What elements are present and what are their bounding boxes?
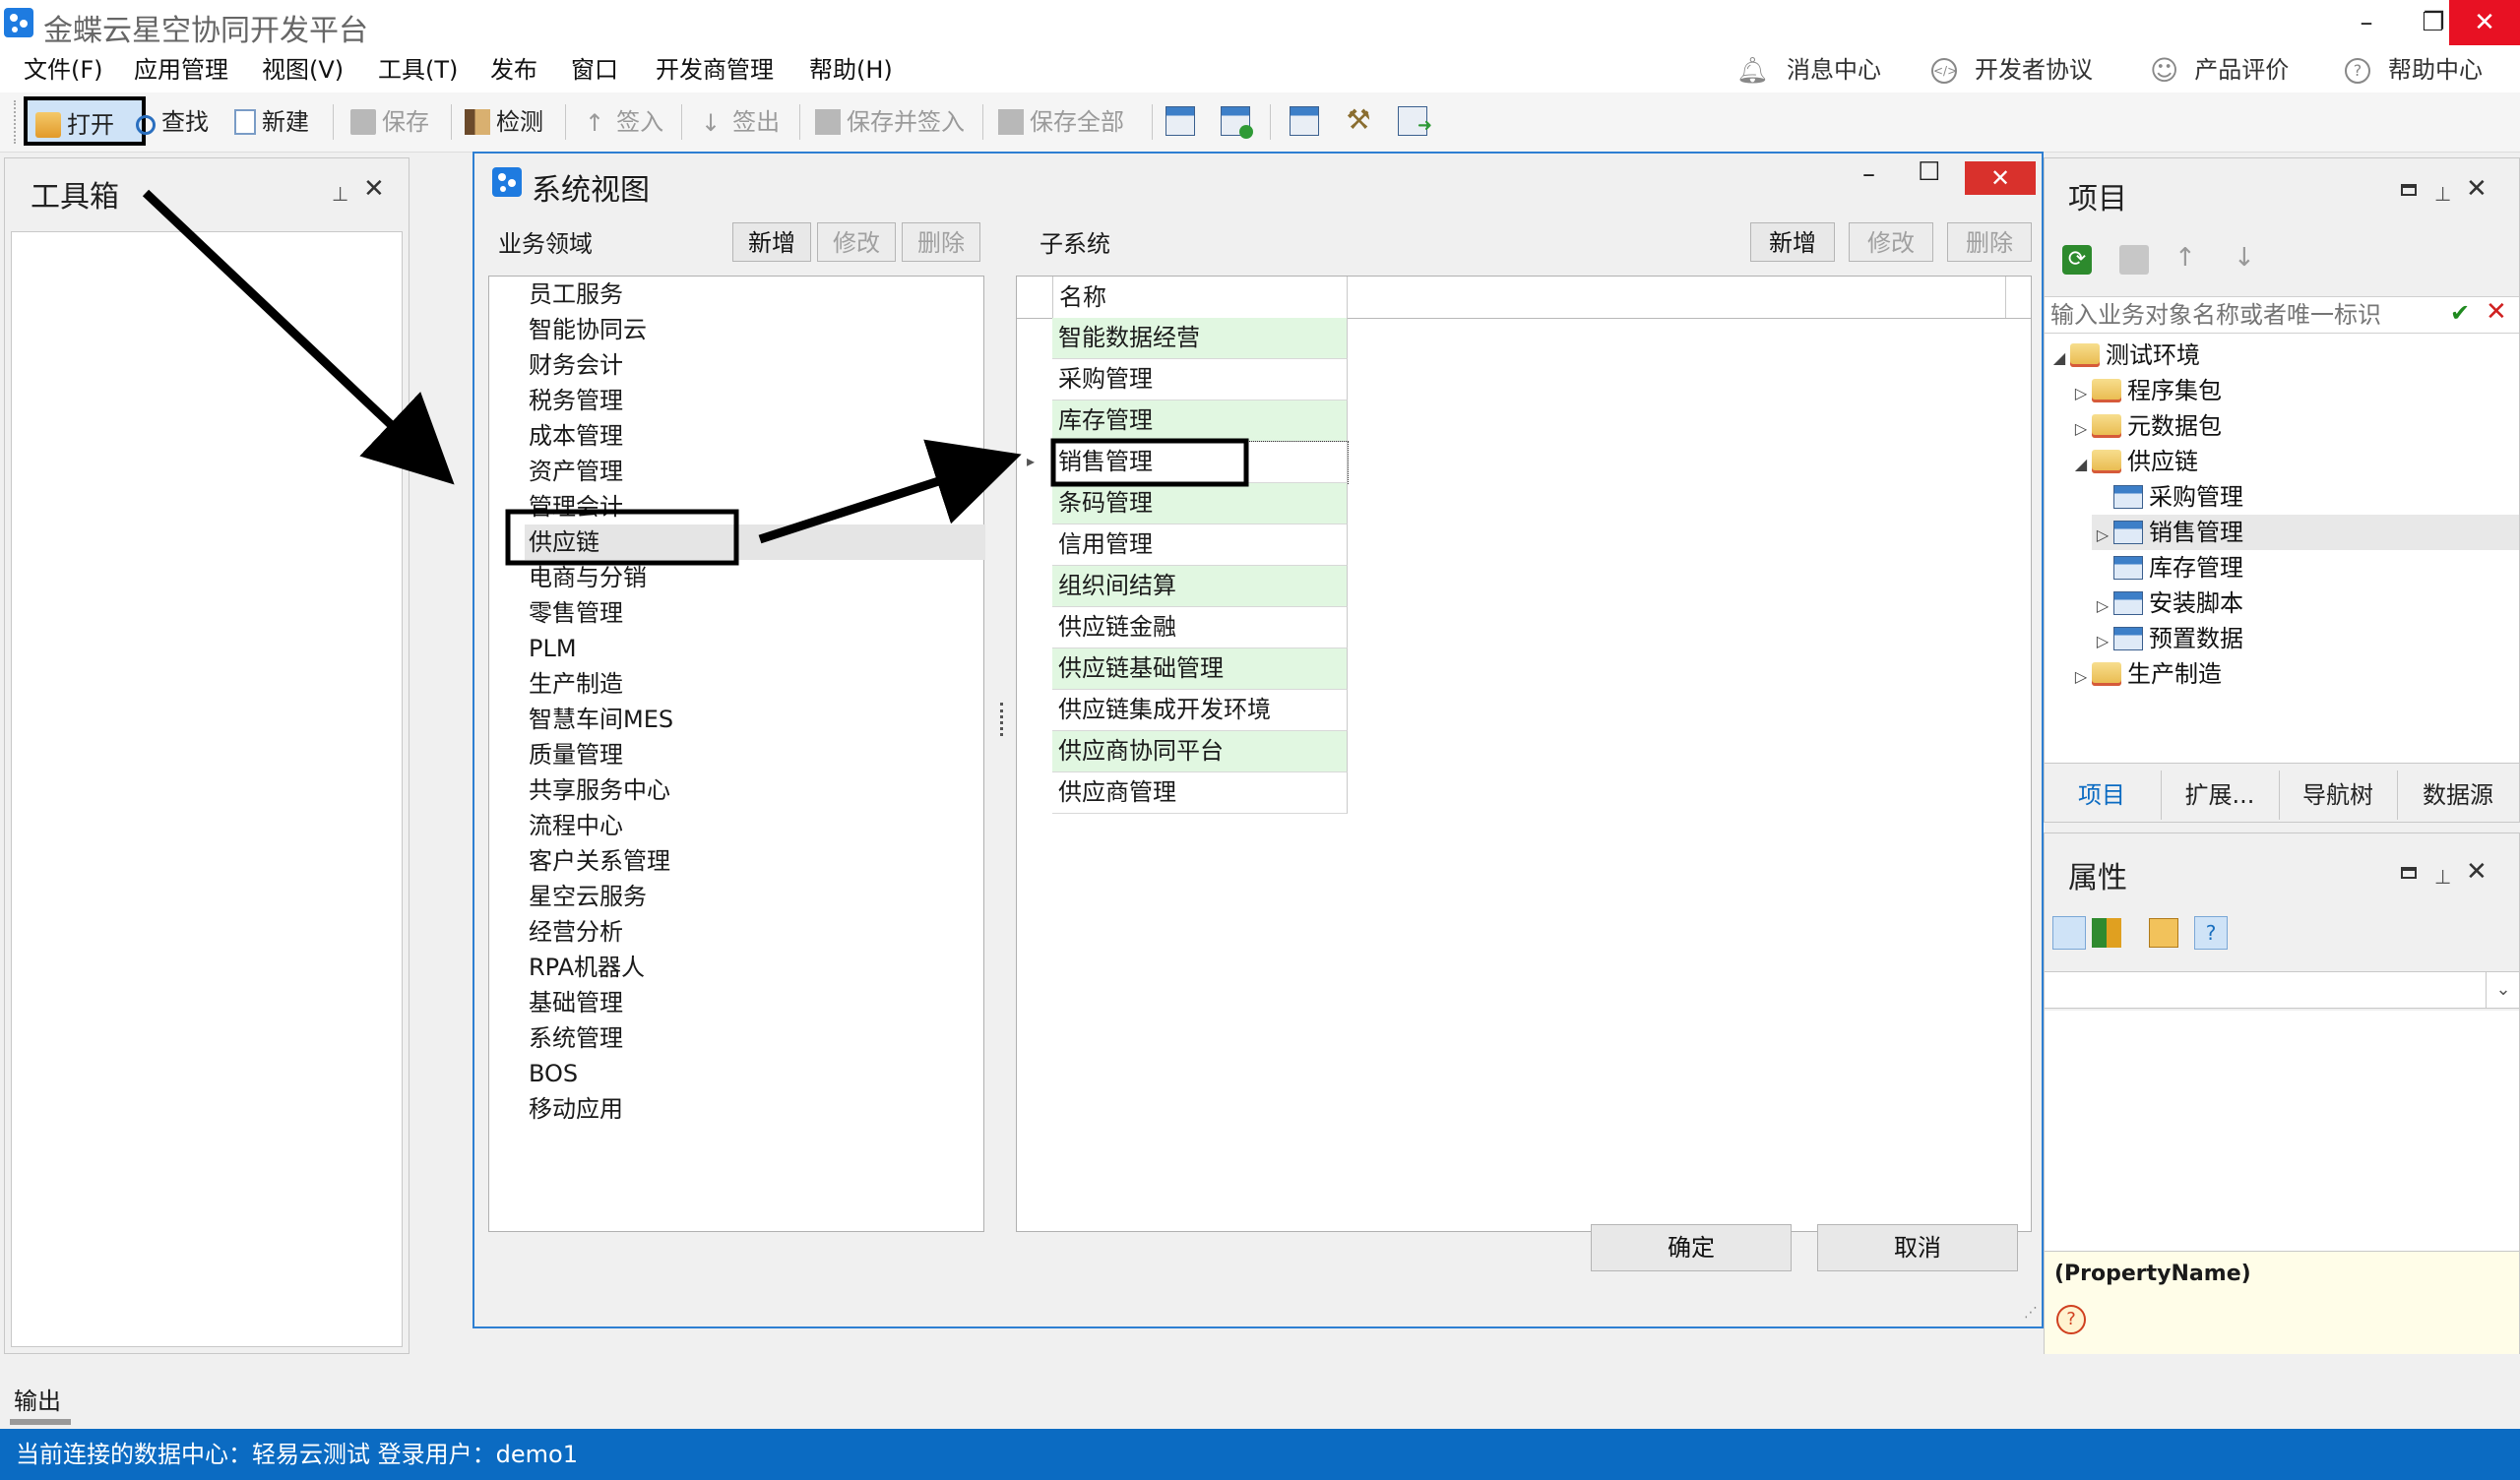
sort-alpha-icon[interactable]	[2092, 918, 2121, 948]
tree-node-label: 库存管理	[2149, 554, 2243, 582]
tab-project[interactable]: 项目	[2045, 771, 2159, 820]
annotation-arrow	[142, 189, 455, 485]
refresh-icon[interactable]: ⟳	[2062, 245, 2092, 275]
tree-node-label: 程序集包	[2127, 377, 2222, 404]
question-icon: ?	[2056, 1305, 2086, 1334]
clear-x-icon[interactable]: ✕	[2486, 297, 2507, 327]
expand-toggle-icon[interactable]: ▷	[2092, 624, 2113, 659]
property-pages-icon[interactable]	[2149, 918, 2178, 948]
properties-title: 属性	[2068, 861, 2127, 895]
tree-node-label: 采购管理	[2149, 483, 2243, 511]
project-panel: 项目 ⊥ ✕ ⟳ ↑ ↓ ✔ ✕ ◢ 测试环境 ▷ 程序集包 ▷ 元数据包 ◢ 供应链采购管理…	[2044, 157, 2520, 823]
expand-toggle-icon[interactable]: ◢	[2070, 447, 2092, 482]
move-down-icon[interactable]: ↓	[2234, 243, 2255, 273]
tree-node-label: 生产制造	[2127, 660, 2222, 688]
folder-icon	[2092, 379, 2121, 402]
module-icon	[2113, 485, 2143, 509]
expand-toggle-icon[interactable]: ▷	[2092, 588, 2113, 624]
tree-node[interactable]: 采购管理	[2092, 479, 2519, 515]
pin-icon[interactable]: ⊥	[2434, 865, 2451, 889]
package-icon[interactable]	[2119, 245, 2149, 275]
tree-node[interactable]: ◢ 供应链	[2070, 444, 2519, 479]
project-tabs: 项目 扩展... 导航树 数据源	[2045, 771, 2519, 820]
tree-node[interactable]: ▷ 生产制造	[2070, 656, 2519, 692]
tab-data-source[interactable]: 数据源	[2397, 771, 2518, 820]
status-text: 当前连接的数据中心：轻易云测试 登录用户：demo1	[16, 1441, 578, 1468]
property-grid[interactable]	[2045, 1011, 2519, 1251]
expand-toggle-icon[interactable]: ▷	[2070, 376, 2092, 411]
categorized-view-icon[interactable]	[2052, 916, 2086, 950]
move-up-icon[interactable]: ↑	[2174, 243, 2196, 273]
tree-node-label: 元数据包	[2127, 412, 2222, 440]
expand-toggle-icon[interactable]: ▷	[2070, 411, 2092, 447]
tree-node[interactable]: 库存管理	[2092, 550, 2519, 586]
expand-toggle-icon[interactable]: ◢	[2048, 340, 2070, 376]
module-icon	[2113, 556, 2143, 580]
project-search-bar: ✔ ✕	[2045, 296, 2519, 334]
annotation-box-subsystem	[1050, 438, 1249, 487]
chevron-down-icon[interactable]: ⌄	[2486, 972, 2520, 1008]
project-title: 项目	[2068, 182, 2127, 216]
close-icon[interactable]: ✕	[2466, 857, 2488, 887]
pin-icon[interactable]: ⊥	[2434, 182, 2451, 206]
tree-node-label: 销售管理	[2149, 519, 2243, 546]
maximize-icon[interactable]	[2401, 184, 2417, 196]
tree-node[interactable]: ▷ 销售管理	[2092, 515, 2519, 550]
confirm-check-icon[interactable]: ✔	[2450, 299, 2470, 327]
folder-icon	[2092, 450, 2121, 473]
project-search-input[interactable]	[2048, 299, 2438, 331]
module-icon	[2113, 591, 2143, 615]
help-icon[interactable]: ?	[2194, 916, 2228, 950]
tree-node-label: 安装脚本	[2149, 589, 2243, 617]
folder-icon	[2070, 343, 2100, 367]
close-icon[interactable]: ✕	[2466, 174, 2488, 204]
tree-node-label: 预置数据	[2149, 625, 2243, 652]
expand-toggle-icon[interactable]: ▷	[2070, 659, 2092, 695]
tree-node[interactable]: ▷ 预置数据	[2092, 621, 2519, 656]
property-description: (PropertyName) ?	[2045, 1251, 2519, 1354]
tree-node[interactable]: ▷ 程序集包	[2070, 373, 2519, 408]
tree-node-label: 测试环境	[2106, 341, 2200, 369]
property-name: (PropertyName)	[2054, 1262, 2251, 1286]
annotation-arrow	[758, 439, 1022, 544]
module-icon	[2113, 627, 2143, 650]
tab-navigation-tree[interactable]: 导航树	[2279, 771, 2396, 820]
project-tree[interactable]: ◢ 测试环境 ▷ 程序集包 ▷ 元数据包 ◢ 供应链采购管理 ▷ 销售管理库存管理 ▷ 安装脚本 ▷ 预置…	[2045, 334, 2519, 764]
expand-toggle-icon[interactable]: ▷	[2092, 518, 2113, 553]
status-bar: 当前连接的数据中心：轻易云测试 登录用户：demo1	[0, 1429, 2520, 1480]
tree-node[interactable]: ▷ 安装脚本	[2092, 586, 2519, 621]
tree-node[interactable]: ◢ 测试环境	[2048, 338, 2519, 373]
tab-extensions[interactable]: 扩展...	[2161, 771, 2278, 820]
module-icon	[2113, 521, 2143, 544]
tree-node-label: 供应链	[2127, 448, 2198, 475]
maximize-icon[interactable]	[2401, 867, 2417, 879]
tree-node[interactable]: ▷ 元数据包	[2070, 408, 2519, 444]
annotation-box-domain	[505, 509, 739, 566]
folder-icon	[2092, 414, 2121, 438]
properties-panel: 属性 ⊥ ✕ ? ⌄ (PropertyName) ?	[2044, 832, 2520, 1354]
folder-icon	[2092, 662, 2121, 686]
object-selector[interactable]: ⌄	[2045, 971, 2519, 1009]
